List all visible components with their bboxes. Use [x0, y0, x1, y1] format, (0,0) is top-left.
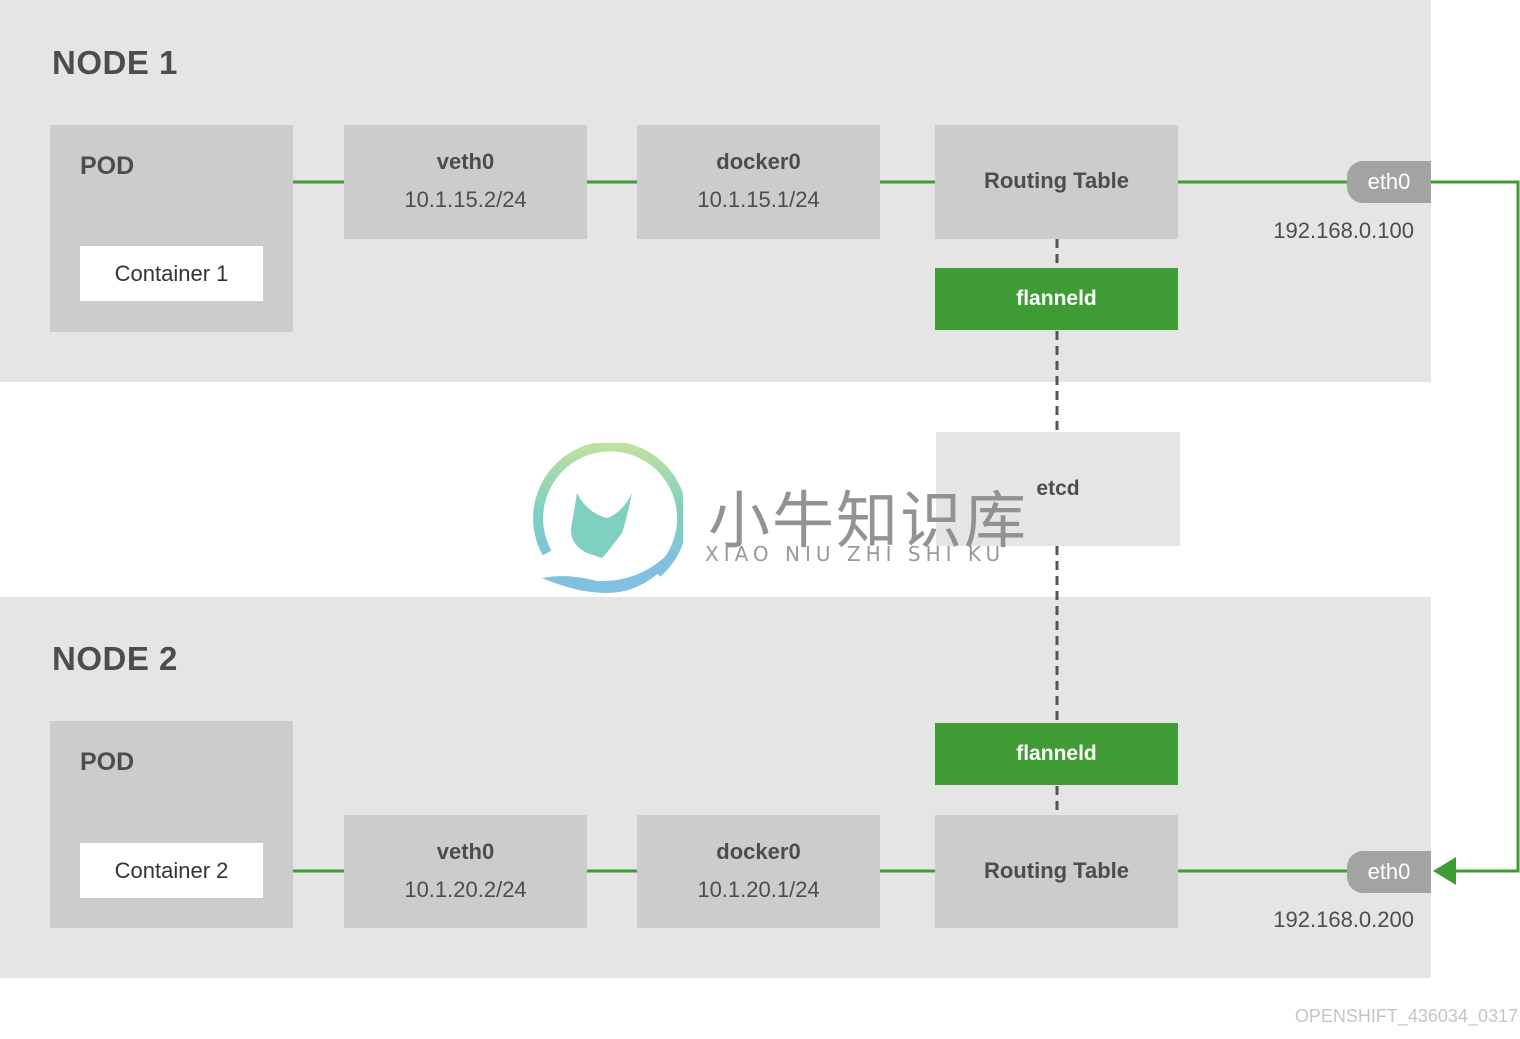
eth0-ip-node-2: 192.168.0.200: [1273, 907, 1414, 932]
figure-id-label: OPENSHIFT_436034_0317: [1294, 1006, 1518, 1026]
veth0-ip-1: 10.1.15.2/24: [404, 187, 527, 212]
routing-table-node-1[interactable]: Routing Table: [935, 125, 1178, 239]
watermark-logo-icon: [533, 443, 683, 593]
pod-2-label: POD: [80, 748, 135, 776]
routing-table-node-2[interactable]: Routing Table: [935, 815, 1178, 928]
flanneld-node-1[interactable]: flanneld: [935, 268, 1178, 330]
pod-2[interactable]: POD Container 2: [50, 721, 293, 928]
veth0-node-1[interactable]: veth0 10.1.15.2/24: [344, 125, 587, 239]
arrowhead-icon: [1433, 857, 1456, 885]
docker0-node-2[interactable]: docker0 10.1.20.1/24: [637, 815, 880, 928]
node-2-title: NODE 2: [52, 640, 178, 677]
eth0-node-2[interactable]: eth0: [1347, 851, 1431, 893]
watermark-en-text: XIAO NIU ZHI SHI KU: [705, 542, 1006, 566]
flanneld-node-2[interactable]: flanneld: [935, 723, 1178, 785]
docker0-name-2: docker0: [716, 839, 801, 864]
veth0-ip-2: 10.1.20.2/24: [404, 877, 527, 902]
veth0-name-1: veth0: [436, 149, 495, 174]
docker0-ip-1: 10.1.15.1/24: [697, 187, 820, 212]
node-1-title: NODE 1: [52, 44, 178, 81]
eth0-node-1[interactable]: eth0: [1347, 161, 1431, 203]
docker0-node-1[interactable]: docker0 10.1.15.1/24: [637, 125, 880, 239]
docker0-ip-2: 10.1.20.1/24: [697, 877, 820, 902]
veth0-node-2[interactable]: veth0 10.1.20.2/24: [344, 815, 587, 928]
veth0-name-2: veth0: [436, 839, 495, 864]
container-1[interactable]: Container 1: [80, 246, 263, 301]
pod-1-label: POD: [80, 152, 135, 180]
pod-1[interactable]: POD Container 1: [50, 125, 293, 332]
routing-table-label-1: Routing Table: [983, 168, 1130, 193]
routing-table-label-2: Routing Table: [983, 858, 1130, 883]
eth-to-eth-path: [1431, 180, 1520, 873]
container-2[interactable]: Container 2: [80, 843, 263, 898]
eth0-ip-node-1: 192.168.0.100: [1273, 218, 1414, 243]
docker0-name-1: docker0: [716, 149, 801, 174]
